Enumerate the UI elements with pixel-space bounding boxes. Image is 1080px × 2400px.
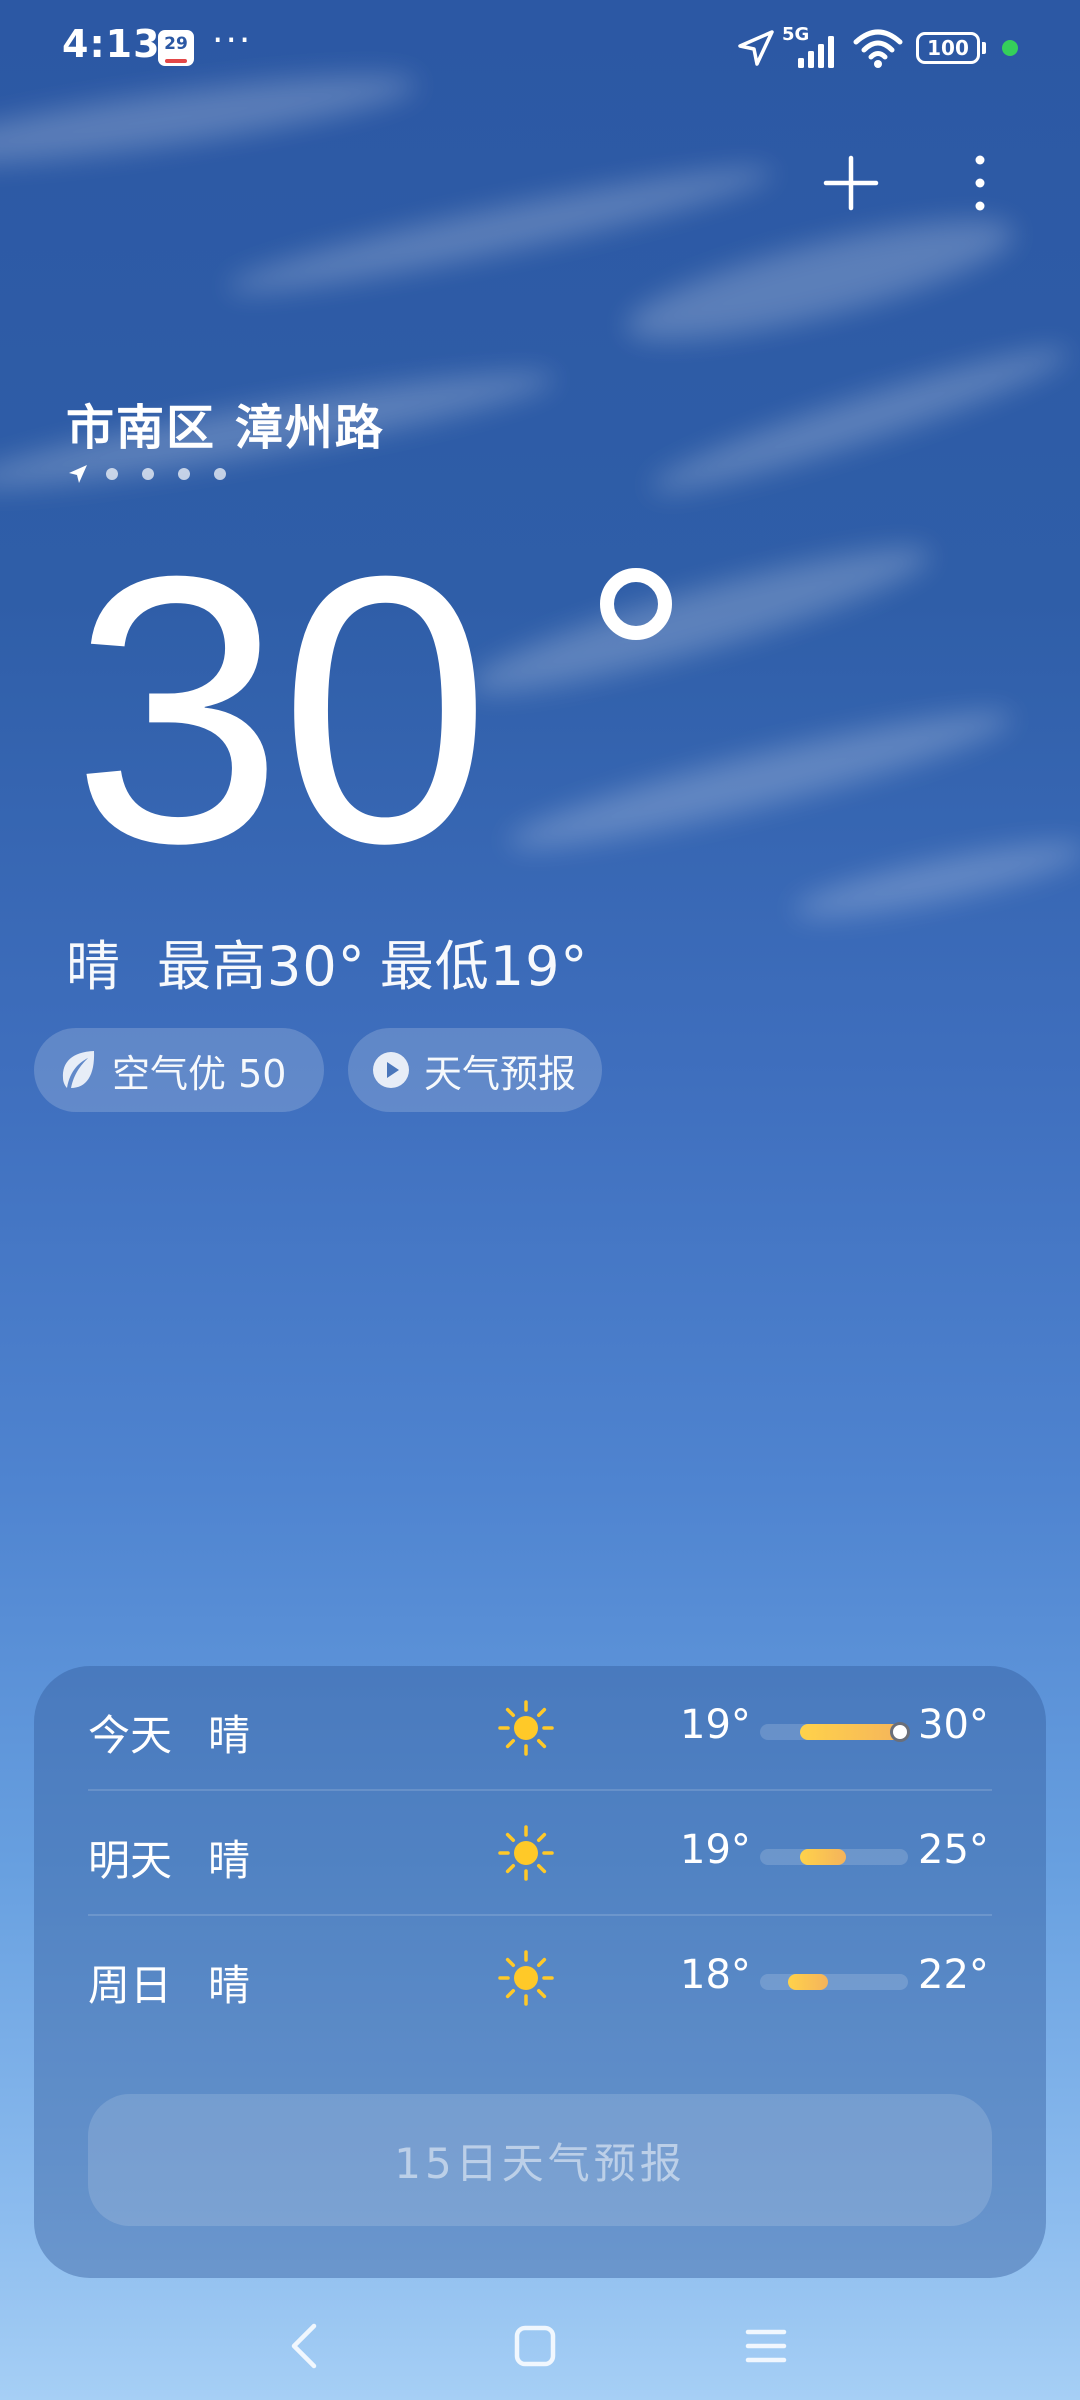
forecast-video-label: 天气预报 bbox=[424, 1051, 577, 1096]
signal-icon bbox=[798, 36, 834, 68]
city-page-indicator[interactable] bbox=[68, 462, 226, 486]
forecast-day: 周日 bbox=[88, 1961, 173, 2010]
sun-icon bbox=[498, 1700, 554, 1756]
location-arrow-icon bbox=[738, 30, 774, 66]
page-dot bbox=[142, 468, 154, 480]
notification-more-icon: ··· bbox=[212, 20, 253, 61]
location-name: 市南区 漳州路 bbox=[66, 400, 385, 456]
temperature-range-bar bbox=[760, 1974, 908, 1990]
daily-forecast-card: 今天 晴 19° 30° 明天 晴 19° 25° 周日 晴 18° 22° 1… bbox=[34, 1666, 1046, 2278]
leaf-icon bbox=[62, 1051, 95, 1088]
degree-symbol bbox=[600, 568, 672, 640]
page-dot bbox=[106, 468, 118, 480]
high-temperature: 最高30° bbox=[157, 935, 366, 998]
forecast-low: 19° bbox=[680, 1827, 751, 1873]
sun-icon bbox=[498, 1950, 554, 2006]
forecast-condition: 晴 bbox=[208, 1961, 251, 2010]
sun-icon bbox=[498, 1825, 554, 1881]
more-menu-button[interactable] bbox=[960, 150, 1000, 216]
forecast-low: 19° bbox=[680, 1702, 751, 1748]
air-quality-label: 空气优 50 bbox=[112, 1051, 287, 1096]
current-temperature-marker bbox=[890, 1722, 910, 1742]
calendar-icon: 29 bbox=[158, 30, 194, 66]
back-button[interactable] bbox=[276, 2316, 336, 2376]
forecast-high: 25° bbox=[918, 1827, 989, 1873]
forecast-row[interactable]: 周日 晴 18° 22° bbox=[88, 1916, 992, 2041]
forecast-low: 18° bbox=[680, 1952, 751, 1998]
low-temperature: 最低19° bbox=[379, 935, 589, 998]
play-icon bbox=[373, 1052, 409, 1088]
recent-apps-button[interactable] bbox=[736, 2316, 796, 2376]
wifi-icon bbox=[853, 29, 903, 68]
current-location-icon bbox=[69, 465, 87, 483]
home-button[interactable] bbox=[505, 2316, 565, 2376]
forecast-high: 30° bbox=[918, 1702, 989, 1748]
status-bar: 4:13 29 ··· 5G 100 bbox=[0, 0, 1080, 96]
forecast-row[interactable]: 明天 晴 19° 25° bbox=[88, 1791, 992, 1916]
forecast-day: 今天 bbox=[88, 1711, 173, 1760]
fifteen-day-forecast-button[interactable]: 15日天气预报 bbox=[88, 2094, 992, 2226]
add-city-button[interactable] bbox=[820, 152, 882, 214]
status-time: 4:13 bbox=[62, 22, 161, 66]
forecast-condition: 晴 bbox=[208, 1711, 251, 1760]
forecast-high: 22° bbox=[918, 1952, 989, 1998]
forecast-video-chip[interactable]: 天气预报 bbox=[348, 1028, 602, 1112]
page-dot bbox=[214, 468, 226, 480]
battery-icon: 100 bbox=[916, 32, 980, 64]
calendar-day: 29 bbox=[164, 34, 188, 54]
current-condition: 晴 bbox=[66, 935, 121, 998]
temperature-range-bar bbox=[760, 1849, 908, 1865]
air-quality-chip[interactable]: 空气优 50 bbox=[34, 1028, 324, 1112]
fifteen-day-forecast-label: 15日天气预报 bbox=[394, 2138, 686, 2188]
page-dot bbox=[178, 468, 190, 480]
navigation-bar bbox=[0, 2296, 1080, 2400]
forecast-row[interactable]: 今天 晴 19° 30° bbox=[88, 1666, 992, 1791]
temperature-range-bar bbox=[760, 1722, 910, 1742]
privacy-indicator-dot bbox=[1002, 40, 1018, 56]
current-temperature: 30 bbox=[72, 497, 491, 922]
forecast-condition: 晴 bbox=[208, 1836, 251, 1885]
weather-summary: 晴 最高30° 最低19° bbox=[66, 922, 588, 1001]
forecast-day: 明天 bbox=[88, 1836, 173, 1885]
